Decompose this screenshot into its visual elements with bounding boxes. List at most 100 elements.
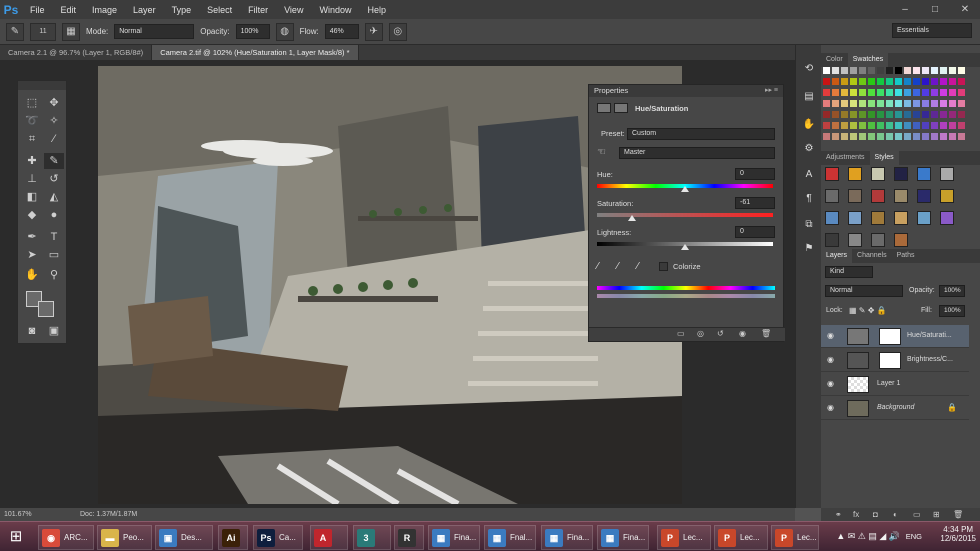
swatch[interactable]	[949, 122, 956, 129]
tab-camera-2-1[interactable]: Camera 2.1 @ 96.7% (Layer 1, RGB/8#)	[0, 45, 153, 60]
menu-file[interactable]: File	[22, 5, 53, 15]
menu-help[interactable]: Help	[359, 5, 394, 15]
taskbar-button[interactable]: ◉ ARC...	[38, 525, 94, 550]
swatch[interactable]	[886, 67, 893, 74]
layer-row-hue-saturation[interactable]: ◉ Hue/Saturati...	[821, 325, 969, 348]
style-preset[interactable]	[871, 167, 885, 181]
swatch[interactable]	[895, 133, 902, 140]
lightness-slider-thumb[interactable]	[681, 244, 689, 250]
taskbar-button[interactable]: P Lec...	[714, 525, 768, 550]
layer-kind-filter[interactable]: Kind	[825, 266, 873, 278]
swatch[interactable]	[868, 111, 875, 118]
swatch[interactable]	[895, 111, 902, 118]
layer-opacity-field[interactable]: 100%	[939, 285, 965, 297]
swatch[interactable]	[868, 122, 875, 129]
swatch[interactable]	[904, 100, 911, 107]
swatch[interactable]	[940, 89, 947, 96]
swatch[interactable]	[859, 100, 866, 107]
tab-layers[interactable]: Layers	[821, 249, 853, 263]
brush-size-picker[interactable]: 11	[30, 22, 56, 41]
style-preset[interactable]	[894, 233, 908, 247]
swatch[interactable]	[931, 100, 938, 107]
swatch[interactable]	[940, 100, 947, 107]
layer-style-icon[interactable]: fx	[853, 510, 859, 519]
menu-window[interactable]: Window	[311, 5, 359, 15]
preset-select[interactable]: Custom	[627, 128, 775, 140]
blur-tool-icon[interactable]: ◆	[22, 207, 42, 223]
blend-mode-select[interactable]: Normal	[825, 285, 903, 297]
swatch[interactable]	[841, 133, 848, 140]
paragraph-icon[interactable]: ¶	[800, 191, 818, 207]
swatch[interactable]	[886, 122, 893, 129]
style-preset[interactable]	[825, 167, 839, 181]
lasso-tool-icon[interactable]: ➰	[22, 113, 42, 129]
hand-tool-icon[interactable]: ✋	[22, 267, 42, 283]
swatch[interactable]	[823, 133, 830, 140]
background-color-swatch[interactable]	[38, 301, 54, 317]
swatches-grid[interactable]	[823, 67, 969, 143]
swatch[interactable]	[886, 78, 893, 85]
eyedropper-plus-icon[interactable]: ⁄	[617, 261, 619, 272]
brush-panel-icon[interactable]: ▦	[62, 22, 80, 41]
swatch[interactable]	[940, 111, 947, 118]
swatch[interactable]	[868, 78, 875, 85]
swatch[interactable]	[841, 111, 848, 118]
swatch[interactable]	[832, 111, 839, 118]
swatch[interactable]	[886, 100, 893, 107]
tab-camera-2[interactable]: Camera 2.tif @ 102% (Hue/Saturation 1, L…	[152, 45, 359, 60]
swatch[interactable]	[949, 111, 956, 118]
swatch[interactable]	[940, 133, 947, 140]
zoom-readout[interactable]: 101.67%	[0, 511, 80, 518]
swatch[interactable]	[922, 133, 929, 140]
fill-field[interactable]: 100%	[939, 305, 965, 317]
layer-name[interactable]: Layer 1	[877, 380, 900, 387]
swatch[interactable]	[895, 122, 902, 129]
swatch[interactable]	[859, 67, 866, 74]
menu-view[interactable]: View	[276, 5, 311, 15]
hue-slider-thumb[interactable]	[681, 186, 689, 192]
swatch[interactable]	[931, 133, 938, 140]
layer-name[interactable]: Brightness/C...	[907, 356, 953, 363]
swatch[interactable]	[877, 67, 884, 74]
swatch[interactable]	[904, 78, 911, 85]
eyedropper-tool-icon[interactable]: ⁄	[44, 131, 64, 147]
swatch[interactable]	[859, 111, 866, 118]
menu-filter[interactable]: Filter	[240, 5, 276, 15]
swatch[interactable]	[877, 133, 884, 140]
swatch[interactable]	[931, 89, 938, 96]
swatch[interactable]	[904, 67, 911, 74]
lock-icons[interactable]: ▦ ✎ ✥ 🔒	[849, 306, 887, 315]
new-layer-icon[interactable]: ⊞	[933, 510, 940, 519]
layer-row-background[interactable]: ◉ Background 🔒	[821, 397, 969, 420]
taskbar-button[interactable]: ▦ Fina...	[428, 525, 480, 550]
targeted-adjustment-icon[interactable]: ☜	[597, 147, 606, 158]
opacity-field[interactable]: 100%	[235, 24, 270, 39]
styles-grid[interactable]	[825, 167, 969, 247]
swatch[interactable]	[958, 78, 965, 85]
swatch[interactable]	[868, 133, 875, 140]
clock[interactable]: 4:34 PM 12/6/2015	[940, 525, 976, 543]
menu-type[interactable]: Type	[164, 5, 200, 15]
eyedropper-minus-icon[interactable]: ⁄	[637, 261, 639, 272]
hue-field[interactable]: 0	[735, 168, 775, 180]
swatch[interactable]	[823, 89, 830, 96]
swatch[interactable]	[868, 67, 875, 74]
layer-mask-thumbnail[interactable]	[879, 328, 901, 345]
style-preset[interactable]	[848, 167, 862, 181]
swatch[interactable]	[922, 89, 929, 96]
style-preset[interactable]	[871, 211, 885, 225]
style-preset[interactable]	[894, 189, 908, 203]
swatch[interactable]	[868, 89, 875, 96]
layer-row-layer-1[interactable]: ◉ Layer 1	[821, 373, 969, 396]
add-mask-icon[interactable]: ◘	[873, 510, 878, 519]
menu-edit[interactable]: Edit	[53, 5, 85, 15]
swatch[interactable]	[931, 78, 938, 85]
swatch[interactable]	[958, 67, 965, 74]
swatch[interactable]	[913, 78, 920, 85]
swatch[interactable]	[850, 78, 857, 85]
swatch[interactable]	[949, 78, 956, 85]
swatch[interactable]	[823, 111, 830, 118]
type-tool-icon[interactable]: T	[44, 229, 64, 245]
swatch[interactable]	[886, 89, 893, 96]
quick-select-tool-icon[interactable]: ✧	[44, 113, 64, 129]
